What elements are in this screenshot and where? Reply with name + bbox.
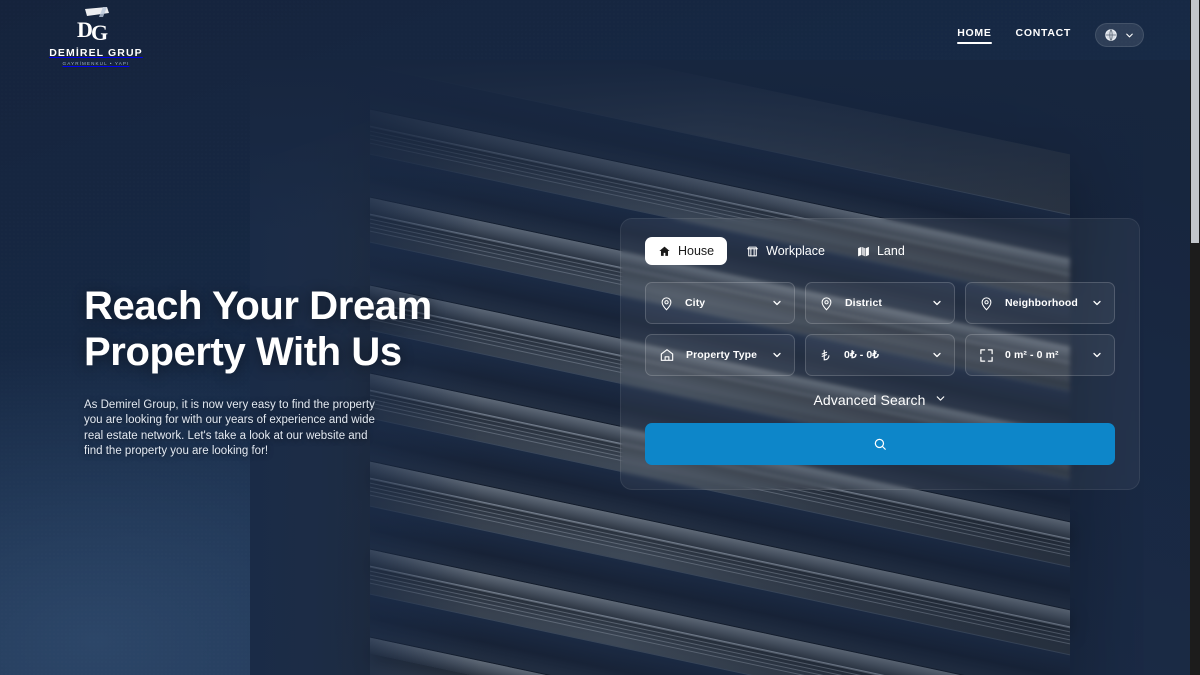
nav-link-home[interactable]: HOME bbox=[957, 27, 992, 44]
home-icon bbox=[658, 245, 671, 258]
logo-monogram-icon: D G bbox=[73, 4, 119, 44]
field-district[interactable]: District bbox=[805, 282, 955, 324]
chevron-down-icon bbox=[1124, 30, 1135, 41]
map-pin-icon bbox=[819, 296, 834, 311]
language-selector[interactable] bbox=[1095, 23, 1144, 47]
search-type-tabs: House Workplace Land bbox=[645, 237, 1115, 265]
tab-land-label: Land bbox=[876, 244, 905, 258]
search-button[interactable] bbox=[645, 423, 1115, 465]
brand-logo[interactable]: D G DEMİREL GRUP GAYRİMENKUL • YAPI bbox=[48, 4, 144, 66]
tab-workplace[interactable]: Workplace bbox=[733, 237, 838, 265]
chevron-down-icon bbox=[763, 297, 783, 309]
advanced-search-toggle[interactable]: Advanced Search bbox=[645, 392, 1115, 408]
field-district-label: District bbox=[845, 297, 882, 309]
site-header: D G DEMİREL GRUP GAYRİMENKUL • YAPI HOME… bbox=[0, 0, 1190, 70]
chevron-down-icon bbox=[1083, 349, 1103, 361]
field-area-range-label: 0 m² - 0 m² bbox=[1005, 349, 1059, 361]
chevron-down-icon bbox=[934, 392, 947, 408]
store-icon bbox=[746, 245, 759, 258]
tab-land[interactable]: Land bbox=[844, 237, 918, 265]
page-viewport: D G DEMİREL GRUP GAYRİMENKUL • YAPI HOME… bbox=[0, 0, 1200, 675]
svg-text:G: G bbox=[91, 20, 108, 44]
field-neighborhood[interactable]: Neighborhood bbox=[965, 282, 1115, 324]
field-property-type[interactable]: Property Type bbox=[645, 334, 795, 376]
property-search-panel: House Workplace Land City District Neigh… bbox=[620, 218, 1140, 490]
scrollbar-thumb[interactable] bbox=[1191, 0, 1199, 243]
hero-paragraph: As Demirel Group, it is now very easy to… bbox=[84, 399, 375, 457]
chevron-down-icon bbox=[923, 297, 943, 309]
advanced-search-label: Advanced Search bbox=[813, 392, 926, 408]
search-fields-grid: City District Neighborhood Property Type… bbox=[645, 282, 1115, 376]
chevron-down-icon bbox=[923, 349, 943, 361]
brand-name: DEMİREL GRUP bbox=[49, 47, 143, 59]
hero-copy: Reach Your Dream Property With Us As Dem… bbox=[84, 283, 564, 459]
hero-title: Reach Your Dream Property With Us bbox=[84, 284, 432, 374]
chevron-down-icon bbox=[1083, 297, 1103, 309]
tab-house-label: House bbox=[678, 244, 715, 258]
map-icon bbox=[857, 245, 870, 258]
map-pin-icon bbox=[979, 296, 994, 311]
main-navigation: HOME CONTACT bbox=[957, 23, 1144, 47]
field-price-range[interactable]: 0₺ - 0₺ bbox=[805, 334, 955, 376]
search-icon bbox=[873, 437, 887, 451]
home-outline-icon bbox=[659, 347, 675, 363]
nav-link-contact[interactable]: CONTACT bbox=[1016, 27, 1071, 44]
map-pin-icon bbox=[659, 296, 674, 311]
field-city-label: City bbox=[685, 297, 706, 309]
field-neighborhood-label: Neighborhood bbox=[1005, 297, 1078, 309]
brand-tagline: GAYRİMENKUL • YAPI bbox=[62, 61, 130, 66]
field-city[interactable]: City bbox=[645, 282, 795, 324]
expand-icon bbox=[979, 348, 994, 363]
turkish-lira-icon bbox=[819, 348, 833, 363]
field-area-range[interactable]: 0 m² - 0 m² bbox=[965, 334, 1115, 376]
tab-workplace-label: Workplace bbox=[766, 244, 825, 258]
field-property-type-label: Property Type bbox=[686, 349, 758, 361]
chevron-down-icon bbox=[763, 349, 783, 361]
page-scrollbar[interactable] bbox=[1190, 0, 1200, 675]
globe-icon bbox=[1104, 28, 1118, 42]
field-price-range-label: 0₺ - 0₺ bbox=[844, 349, 880, 361]
tab-house[interactable]: House bbox=[645, 237, 728, 265]
